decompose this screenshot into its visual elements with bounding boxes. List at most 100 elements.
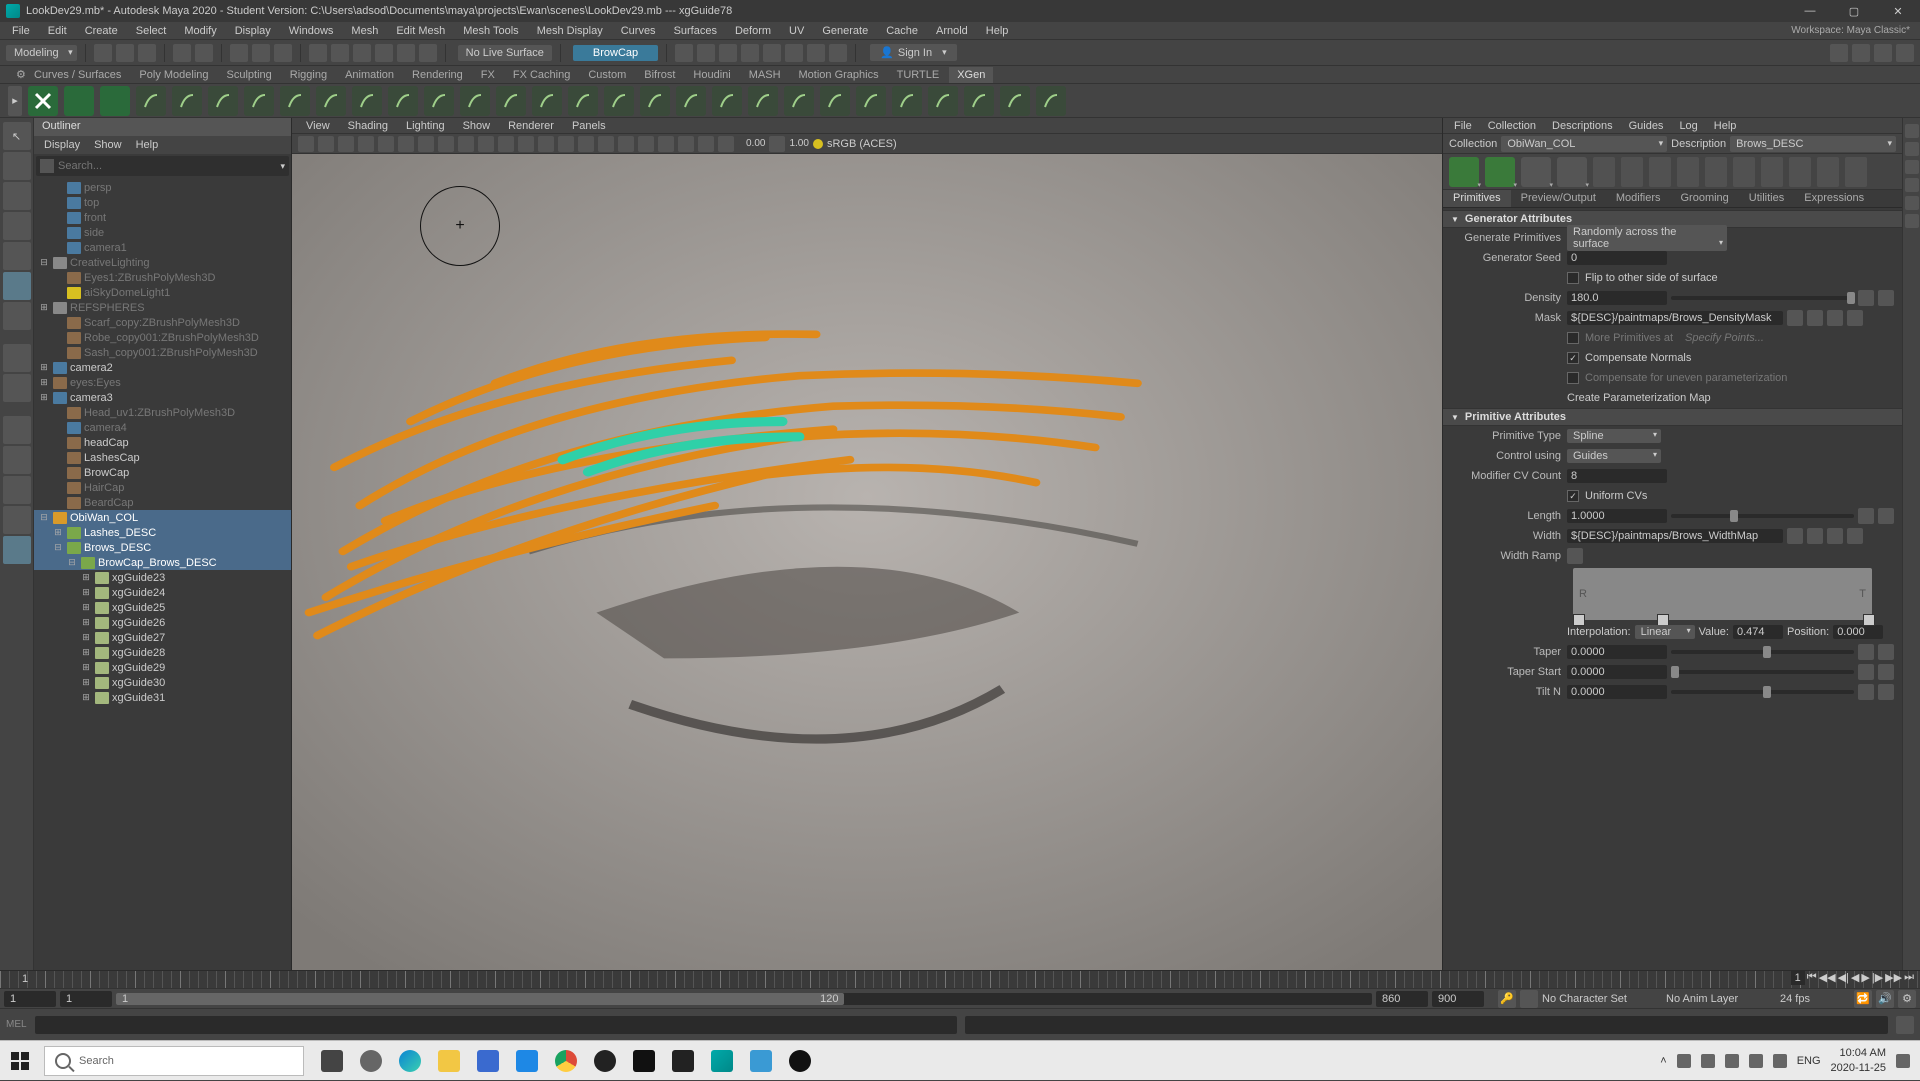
width-save-icon[interactable] xyxy=(1807,528,1823,544)
range-start-field[interactable]: 1 xyxy=(4,991,56,1007)
rewind-start-icon[interactable]: ⏮ xyxy=(1807,971,1817,985)
select-mode-icon[interactable] xyxy=(230,44,248,62)
xgen-menu-collection[interactable]: Collection xyxy=(1481,119,1543,133)
signin-button[interactable]: 👤Sign In▾ xyxy=(870,44,956,61)
xgen-menu-help[interactable]: Help xyxy=(1707,119,1744,133)
xgen-shelf-brush-8-icon[interactable] xyxy=(424,86,454,116)
expand-toggle-icon[interactable]: ⊟ xyxy=(52,542,64,553)
xgen-util-6-icon[interactable] xyxy=(1761,157,1783,187)
outliner-item-haircap[interactable]: HairCap xyxy=(34,480,291,495)
outliner-item-sash-copy001-zbrushpolymesh3d[interactable]: Sash_copy001:ZBrushPolyMesh3D xyxy=(34,345,291,360)
expand-toggle-icon[interactable]: ⊞ xyxy=(80,632,92,643)
edge-icon[interactable] xyxy=(392,1041,428,1081)
generate-primitives-dropdown[interactable]: Randomly across the surface xyxy=(1567,225,1727,251)
expand-toggle-icon[interactable]: ⊞ xyxy=(38,302,50,313)
shelf-tab-fx-caching[interactable]: FX Caching xyxy=(505,67,578,83)
script-editor-icon[interactable] xyxy=(1896,1016,1914,1034)
flip-checkbox[interactable]: Flip to other side of surface xyxy=(1567,272,1718,284)
outliner-item-top[interactable]: top xyxy=(34,195,291,210)
tray-notifications-icon[interactable] xyxy=(1896,1054,1910,1068)
command-input[interactable] xyxy=(35,1016,958,1034)
outliner-menu-help[interactable]: Help xyxy=(130,137,165,153)
control-using-dropdown[interactable]: Guides xyxy=(1567,449,1661,463)
xgen-shelf-brush-3-icon[interactable] xyxy=(244,86,274,116)
viewport-tool-5-icon[interactable] xyxy=(398,136,414,152)
xgen-shelf-icon-2[interactable] xyxy=(64,86,94,116)
step-back-icon[interactable]: ◀◀ xyxy=(1819,971,1836,985)
viewport-menu-view[interactable]: View xyxy=(298,119,338,133)
symmetry-target[interactable]: BrowCap xyxy=(573,45,658,61)
viewport-tool-8-icon[interactable] xyxy=(458,136,474,152)
compensate-normals-checkbox[interactable]: ✓Compensate Normals xyxy=(1567,352,1691,364)
outliner-item-xgguide29[interactable]: ⊞xgGuide29 xyxy=(34,660,291,675)
viewport-menu-renderer[interactable]: Renderer xyxy=(500,119,562,133)
xgen-shelf-brush-17-icon[interactable] xyxy=(748,86,778,116)
shelf-tab-xgen[interactable]: XGen xyxy=(949,67,993,83)
store-icon[interactable] xyxy=(470,1041,506,1081)
xgen-shelf-brush-25-icon[interactable] xyxy=(1036,86,1066,116)
save-scene-icon[interactable] xyxy=(138,44,156,62)
width-ramp[interactable]: RT xyxy=(1573,568,1872,620)
expand-toggle-icon[interactable]: ⊟ xyxy=(38,512,50,523)
outliner-item-browcap-brows-desc[interactable]: ⊟BrowCap_Brows_DESC xyxy=(34,555,291,570)
hypershade-icon[interactable] xyxy=(763,44,781,62)
right-strip-4-icon[interactable] xyxy=(1905,196,1919,210)
brush-tool-4-icon[interactable] xyxy=(1557,157,1587,187)
playblast-icon[interactable] xyxy=(807,44,825,62)
viewport-tool-13-icon[interactable] xyxy=(558,136,574,152)
outliner-item-creativelighting[interactable]: ⊟CreativeLighting xyxy=(34,255,291,270)
tray-battery-icon[interactable] xyxy=(1773,1054,1787,1068)
outliner-item-brows-desc[interactable]: ⊟Brows_DESC xyxy=(34,540,291,555)
expand-toggle-icon[interactable]: ⊞ xyxy=(38,377,50,388)
xgen-util-0-icon[interactable] xyxy=(1593,157,1615,187)
outliner-item-beardcap[interactable]: BeardCap xyxy=(34,495,291,510)
viewport-canvas[interactable]: Symmetry: BrowCap xyxy=(292,154,1442,1010)
xgen-shelf-brush-18-icon[interactable] xyxy=(784,86,814,116)
tray-volume-icon[interactable] xyxy=(1749,1054,1763,1068)
menu-curves[interactable]: Curves xyxy=(613,23,664,39)
taskbar-search[interactable]: Search xyxy=(44,1046,304,1076)
outliner-search-input[interactable] xyxy=(58,160,280,172)
range-slider[interactable]: 1 120 xyxy=(116,993,1372,1005)
xgen-shelf-brush-22-icon[interactable] xyxy=(928,86,958,116)
end-field[interactable]: 860 xyxy=(1376,991,1428,1007)
xgen-util-4-icon[interactable] xyxy=(1705,157,1727,187)
viewport-menu-lighting[interactable]: Lighting xyxy=(398,119,453,133)
shelf-tab-curves-surfaces[interactable]: Curves / Surfaces xyxy=(26,67,129,83)
width-field[interactable]: ${DESC}/paintmaps/Brows_WidthMap xyxy=(1567,529,1783,543)
snap-surface-icon[interactable] xyxy=(397,44,415,62)
outliner-item-headcap[interactable]: headCap xyxy=(34,435,291,450)
right-strip-0-icon[interactable] xyxy=(1905,124,1919,138)
rotate-tool-icon[interactable] xyxy=(3,242,31,270)
outliner-search[interactable]: ▾ xyxy=(36,156,289,176)
close-button[interactable]: ✕ xyxy=(1876,0,1920,22)
outliner-item-eyes1-zbrushpolymesh3d[interactable]: Eyes1:ZBrushPolyMesh3D xyxy=(34,270,291,285)
ramp-nav-prev-icon[interactable] xyxy=(1567,548,1583,564)
outliner-item-xgguide25[interactable]: ⊞xgGuide25 xyxy=(34,600,291,615)
rewind-end-icon[interactable]: ⏭ xyxy=(1904,971,1914,985)
outliner-item-camera4[interactable]: camera4 xyxy=(34,420,291,435)
taper-field[interactable]: 0.0000 xyxy=(1567,645,1667,659)
ramp-value-field[interactable]: 0.474 xyxy=(1733,625,1783,639)
expand-toggle-icon[interactable]: ⊟ xyxy=(66,557,78,568)
density-slider[interactable] xyxy=(1671,296,1854,300)
sidebar-toggle-2-icon[interactable] xyxy=(1852,44,1870,62)
viewport-tool-10-icon[interactable] xyxy=(498,136,514,152)
shelf-tab-motion-graphics[interactable]: Motion Graphics xyxy=(791,67,887,83)
xgen-menu-descriptions[interactable]: Descriptions xyxy=(1545,119,1620,133)
xgen-util-3-icon[interactable] xyxy=(1677,157,1699,187)
chrome-icon[interactable] xyxy=(548,1041,584,1081)
expand-toggle-icon[interactable]: ⊞ xyxy=(52,527,64,538)
description-dropdown[interactable]: Brows_DESC xyxy=(1730,136,1896,152)
tilt-n-menu-icon[interactable] xyxy=(1878,684,1894,700)
right-strip-1-icon[interactable] xyxy=(1905,142,1919,156)
move-tool-icon[interactable] xyxy=(3,212,31,240)
tray-clock[interactable]: 10:04 AM 2020-11-25 xyxy=(1831,1046,1886,1075)
primitive-attributes-header[interactable]: ▼Primitive Attributes xyxy=(1443,408,1902,426)
xgen-shelf-brush-12-icon[interactable] xyxy=(568,86,598,116)
expand-toggle-icon[interactable]: ⊞ xyxy=(80,692,92,703)
next-key-icon[interactable]: |▶ xyxy=(1872,971,1883,985)
gamma-icon[interactable] xyxy=(769,136,785,152)
color-management[interactable]: sRGB (ACES) xyxy=(813,138,897,150)
specify-points-link[interactable]: Specify Points... xyxy=(1685,332,1764,344)
